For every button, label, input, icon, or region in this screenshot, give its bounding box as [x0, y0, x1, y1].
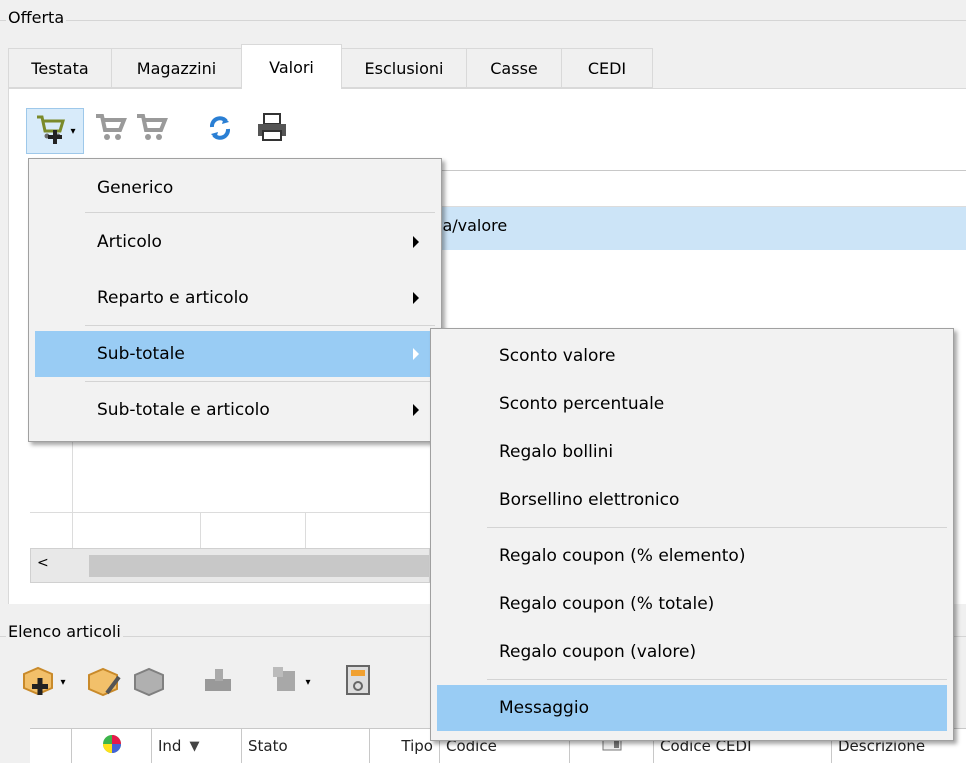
menu-item-sub-totale[interactable]: Sub-totale [35, 331, 435, 377]
print-button[interactable] [250, 108, 294, 152]
calculator-button[interactable] [336, 660, 380, 704]
dropdown-arrow-icon: ▾ [70, 125, 76, 137]
articles-group-title: Elenco articoli [6, 622, 123, 641]
dropdown-arrow-icon: ▾ [60, 676, 66, 688]
dropdown-arrow-icon: ▾ [305, 676, 311, 688]
menu-item-sub-totale-articolo[interactable]: Sub-totale e articolo [35, 387, 435, 433]
tab-magazzini[interactable]: Magazzini [111, 48, 242, 88]
box-remove-icon [131, 663, 169, 701]
menu-separator [85, 212, 435, 213]
menu-separator [487, 527, 947, 528]
tab-esclusioni[interactable]: Esclusioni [341, 48, 467, 88]
grid-row-line [30, 512, 430, 513]
tool-icon [271, 665, 301, 699]
submenu-item-coupon-elemento[interactable]: Regalo coupon (% elemento) [437, 533, 947, 579]
sort-down-icon: ▼ [189, 738, 200, 754]
stamp-button[interactable] [196, 660, 240, 704]
menu-separator [85, 325, 435, 326]
col-selector[interactable] [30, 729, 72, 763]
print-icon [255, 111, 289, 149]
col-ind[interactable]: Ind ▼ [152, 729, 242, 763]
submenu-item-sconto-percentuale[interactable]: Sconto percentuale [437, 381, 947, 427]
edit-value-button[interactable] [92, 110, 130, 150]
grid-col-line-1 [72, 440, 73, 548]
refresh-icon [205, 113, 235, 147]
submenu-item-coupon-totale[interactable]: Regalo coupon (% totale) [437, 581, 947, 627]
remove-value-button[interactable] [132, 110, 172, 150]
submenu-item-sconto-valore[interactable]: Sconto valore [437, 333, 947, 379]
sub-totale-submenu: Sconto valore Sconto percentuale Regalo … [430, 328, 954, 741]
add-article-split-button[interactable]: ▾ [8, 660, 78, 704]
menu-separator [85, 381, 435, 382]
tab-valori[interactable]: Valori [241, 44, 342, 89]
tab-testata[interactable]: Testata [8, 48, 112, 88]
box-edit-icon [85, 663, 123, 701]
submenu-arrow-icon [413, 348, 419, 360]
col-stato[interactable]: Stato [242, 729, 370, 763]
submenu-item-coupon-valore[interactable]: Regalo coupon (valore) [437, 629, 947, 675]
box-add-icon [20, 662, 60, 702]
offer-group-title: Offerta [6, 8, 67, 27]
remove-article-button[interactable] [128, 660, 172, 704]
grid-col-line-3 [305, 512, 306, 548]
submenu-arrow-icon [413, 236, 419, 248]
tab-casse[interactable]: Casse [466, 48, 562, 88]
submenu-item-messaggio[interactable]: Messaggio [437, 685, 947, 731]
cart-add-icon [34, 113, 68, 149]
grid-horizontal-scrollbar[interactable]: < [30, 548, 430, 583]
scroll-left-icon[interactable]: < [37, 555, 49, 571]
menu-item-generico[interactable]: Generico [35, 165, 435, 211]
scroll-thumb[interactable] [89, 555, 429, 577]
tab-cedi[interactable]: CEDI [561, 48, 653, 88]
cart-edit-icon [94, 111, 128, 149]
submenu-item-borsellino[interactable]: Borsellino elettronico [437, 477, 947, 523]
submenu-arrow-icon [413, 404, 419, 416]
menu-item-articolo[interactable]: Articolo [35, 219, 435, 265]
col-color[interactable] [72, 729, 152, 763]
add-value-menu: Generico Articolo Reparto e articolo Sub… [28, 158, 442, 442]
add-value-split-button[interactable]: ▾ [26, 108, 84, 154]
offer-group-border [0, 20, 966, 21]
grid-cell-text: ia/valore [438, 216, 508, 235]
grid-col-line-2 [200, 512, 201, 548]
refresh-button[interactable] [200, 110, 240, 150]
submenu-arrow-icon [413, 292, 419, 304]
menu-item-reparto-articolo[interactable]: Reparto e articolo [35, 275, 435, 321]
calculator-icon [345, 664, 371, 700]
tools-split-button[interactable]: ▾ [262, 660, 320, 704]
stamp-icon [201, 665, 235, 699]
submenu-item-regalo-bollini[interactable]: Regalo bollini [437, 429, 947, 475]
cart-remove-icon [135, 111, 169, 149]
edit-article-button[interactable] [82, 660, 126, 704]
color-wheel-icon [102, 734, 122, 758]
menu-separator [487, 679, 947, 680]
